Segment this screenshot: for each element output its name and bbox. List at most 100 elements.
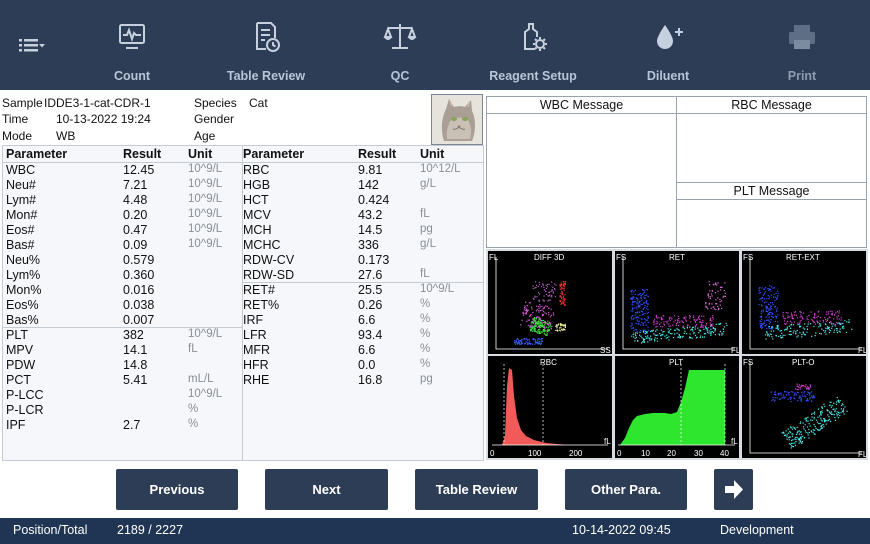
scatter-dot — [547, 324, 549, 326]
scatter-dot — [771, 328, 773, 330]
scatter-dot — [771, 336, 773, 338]
toolbar-reagent-setup-button[interactable]: Reagent Setup — [478, 0, 588, 90]
scatter-dot — [780, 335, 782, 337]
parameter-result: 9.81 — [358, 163, 383, 177]
scatter-dot — [711, 290, 713, 292]
scatter-dot — [770, 305, 772, 307]
scatter-dot — [636, 332, 638, 334]
scatter-dot — [709, 317, 712, 319]
scatter-dot — [539, 324, 541, 326]
scatter-dot — [689, 337, 691, 339]
scatter-dot — [640, 294, 642, 296]
scatter-dot — [815, 419, 818, 421]
next-button[interactable]: Next — [265, 469, 388, 510]
parameter-name: P-LCC — [6, 388, 44, 402]
scatter-dot — [811, 335, 813, 337]
scatter-dot — [816, 316, 818, 318]
next-page-arrow-button[interactable] — [714, 469, 753, 510]
scatter-dot — [836, 396, 838, 399]
scatter-dot — [698, 332, 700, 334]
scatter-dot — [535, 331, 538, 333]
scatter-dot — [668, 323, 670, 325]
scatter-dot — [760, 318, 763, 320]
scatter-dot — [759, 323, 761, 325]
scatter-dot — [657, 334, 659, 336]
scatter-dot — [840, 408, 842, 410]
scatter-dot — [781, 432, 783, 434]
scatter-dot — [560, 284, 562, 286]
scatter-dot — [717, 305, 719, 308]
scatter-dot — [807, 319, 809, 321]
scatter-dot — [769, 285, 771, 287]
other-para-button[interactable]: Other Para. — [565, 469, 687, 510]
scatter-dot — [790, 427, 792, 429]
scatter-dot — [803, 392, 805, 394]
scatter-dot — [776, 307, 779, 309]
scatter-dot — [776, 325, 778, 327]
table-row: LFR 93.4% — [3, 328, 483, 343]
scatter-dot — [836, 328, 838, 330]
scatter-dot — [634, 300, 636, 303]
scatter-dot — [556, 327, 558, 329]
scatter-dot — [641, 318, 643, 320]
scatter-dot — [552, 292, 554, 294]
scatter-dot — [522, 339, 524, 341]
scatter-dot — [533, 317, 535, 319]
scatter-dot — [564, 326, 566, 328]
toolbar-qc-button[interactable]: QC — [360, 0, 440, 90]
scatter-dot — [637, 298, 639, 301]
scatter-dot — [844, 320, 846, 322]
species-label: Species — [194, 96, 237, 110]
scatter-dot — [647, 303, 649, 305]
left-header-parameter: Parameter — [6, 147, 68, 161]
scatter-dot — [661, 319, 663, 321]
scatter-dot — [548, 330, 550, 332]
parameter-name: RET% — [243, 298, 280, 312]
scatter-dot — [790, 445, 793, 447]
toolbar-count-button[interactable]: Count — [92, 0, 172, 90]
scatter-dot — [817, 311, 819, 313]
scatter-dot — [642, 293, 644, 295]
toolbar-print-label: Print — [787, 69, 817, 83]
toolbar-print-button[interactable]: Print — [762, 0, 842, 90]
scatter-dot — [560, 323, 563, 325]
scatter-dot — [514, 343, 516, 345]
scatter-dot — [711, 295, 713, 297]
sample-info: Sample IDDE3-1-cat-CDR-1 Time 10-13-2022… — [0, 92, 486, 146]
scatter-dot — [675, 323, 677, 325]
scatter-dot — [719, 323, 721, 325]
printer-icon — [785, 20, 819, 54]
plt-tick-30: 30 — [694, 449, 703, 458]
scatter-dot — [666, 334, 668, 336]
toolbar-table-review-button[interactable]: Table Review — [216, 0, 316, 90]
scatter-dot — [675, 324, 677, 326]
scatter-dot — [828, 326, 830, 328]
toolbar-diluent-button[interactable]: Diluent — [628, 0, 708, 90]
scatter-dot — [531, 330, 533, 332]
scatter-dot — [539, 328, 541, 330]
scatter-dot — [550, 314, 553, 316]
scatter-dot — [805, 384, 807, 386]
menu-list-icon[interactable] — [16, 34, 48, 58]
scatter-dot — [834, 325, 836, 327]
scatter-dot — [826, 326, 828, 328]
previous-button[interactable]: Previous — [116, 469, 238, 510]
scatter-dot — [770, 286, 773, 288]
scatter-dot — [564, 282, 566, 284]
scatter-dot — [687, 324, 689, 327]
scatter-dot — [543, 310, 545, 313]
scatter-dot — [801, 334, 803, 336]
scatter-dot — [828, 313, 830, 315]
scatter-dot — [555, 325, 557, 327]
table-review-button[interactable]: Table Review — [415, 469, 538, 510]
scatter-dot — [532, 343, 534, 345]
scatter-dot — [804, 386, 807, 388]
scatter-dot — [655, 326, 657, 328]
scatter-dot — [638, 293, 640, 295]
diff3d-title: DIFF 3D — [534, 253, 564, 262]
scatter-dot — [538, 281, 540, 284]
scatter-dot — [643, 296, 645, 298]
scatter-dot — [808, 386, 810, 388]
scatter-dot — [640, 310, 642, 312]
parameter-name: RHE — [243, 373, 270, 387]
